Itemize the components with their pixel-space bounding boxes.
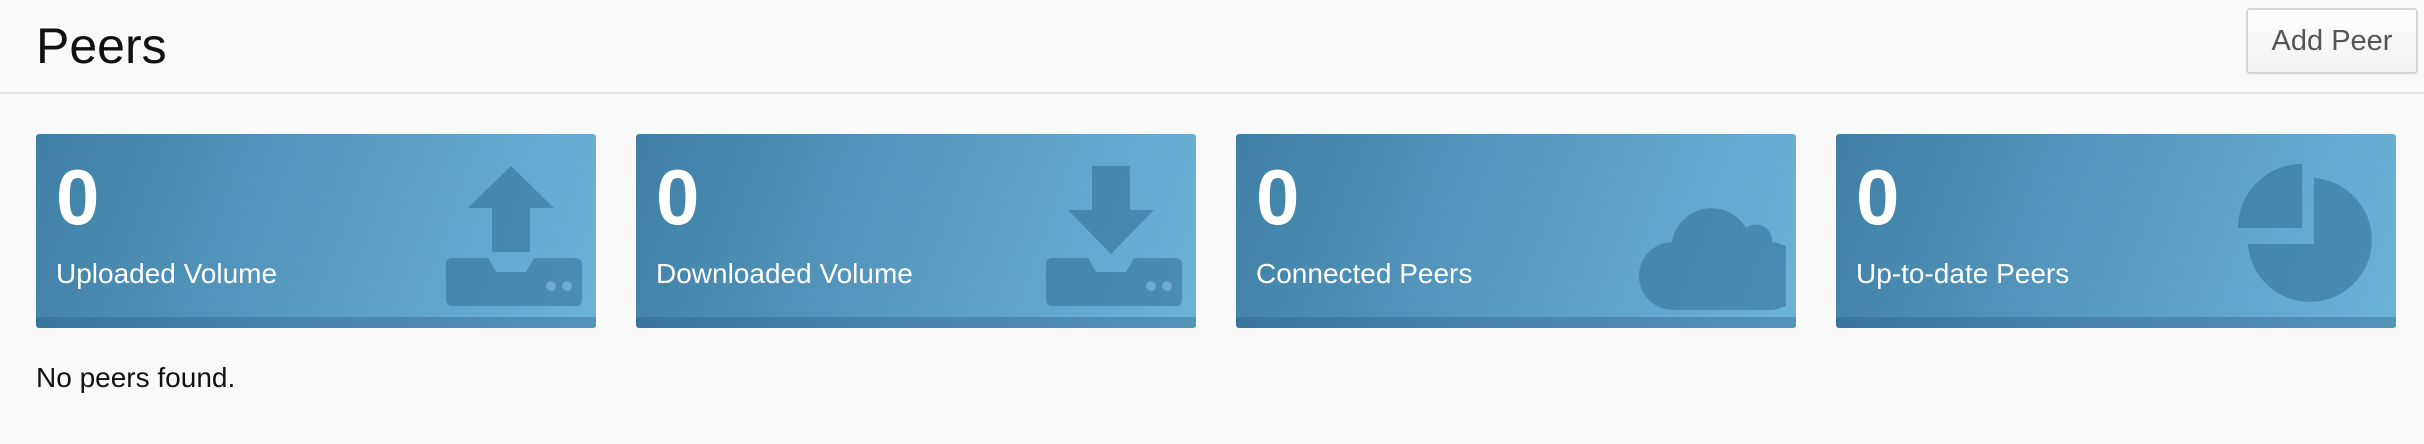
download-icon xyxy=(1036,160,1186,310)
upload-icon xyxy=(436,160,586,310)
connected-peers-value: 0 xyxy=(1256,153,1300,241)
add-peer-button[interactable]: Add Peer xyxy=(2246,8,2418,74)
pie-chart-icon xyxy=(2236,160,2386,310)
up-to-date-peers-card: 0 Up-to-date Peers xyxy=(1836,134,2396,328)
downloaded-volume-value: 0 xyxy=(656,153,700,241)
connected-peers-label: Connected Peers xyxy=(1256,258,1473,289)
up-to-date-peers-label: Up-to-date Peers xyxy=(1856,258,2070,289)
cloud-icon xyxy=(1636,160,1786,310)
connected-peers-card: 0 Connected Peers xyxy=(1236,134,1796,328)
page-header: Peers Add Peer xyxy=(0,0,2424,94)
uploaded-volume-value: 0 xyxy=(56,153,100,241)
empty-state-message: No peers found. xyxy=(36,362,236,393)
uploaded-volume-label: Uploaded Volume xyxy=(56,258,278,289)
stats-cards: 0 Uploaded Volume 0 Downloaded Volume 0 … xyxy=(36,134,2396,328)
page-title: Peers xyxy=(36,18,167,74)
downloaded-volume-card: 0 Downloaded Volume xyxy=(636,134,1196,328)
uploaded-volume-card: 0 Uploaded Volume xyxy=(36,134,596,328)
up-to-date-peers-value: 0 xyxy=(1856,153,1900,241)
downloaded-volume-label: Downloaded Volume xyxy=(656,258,913,289)
